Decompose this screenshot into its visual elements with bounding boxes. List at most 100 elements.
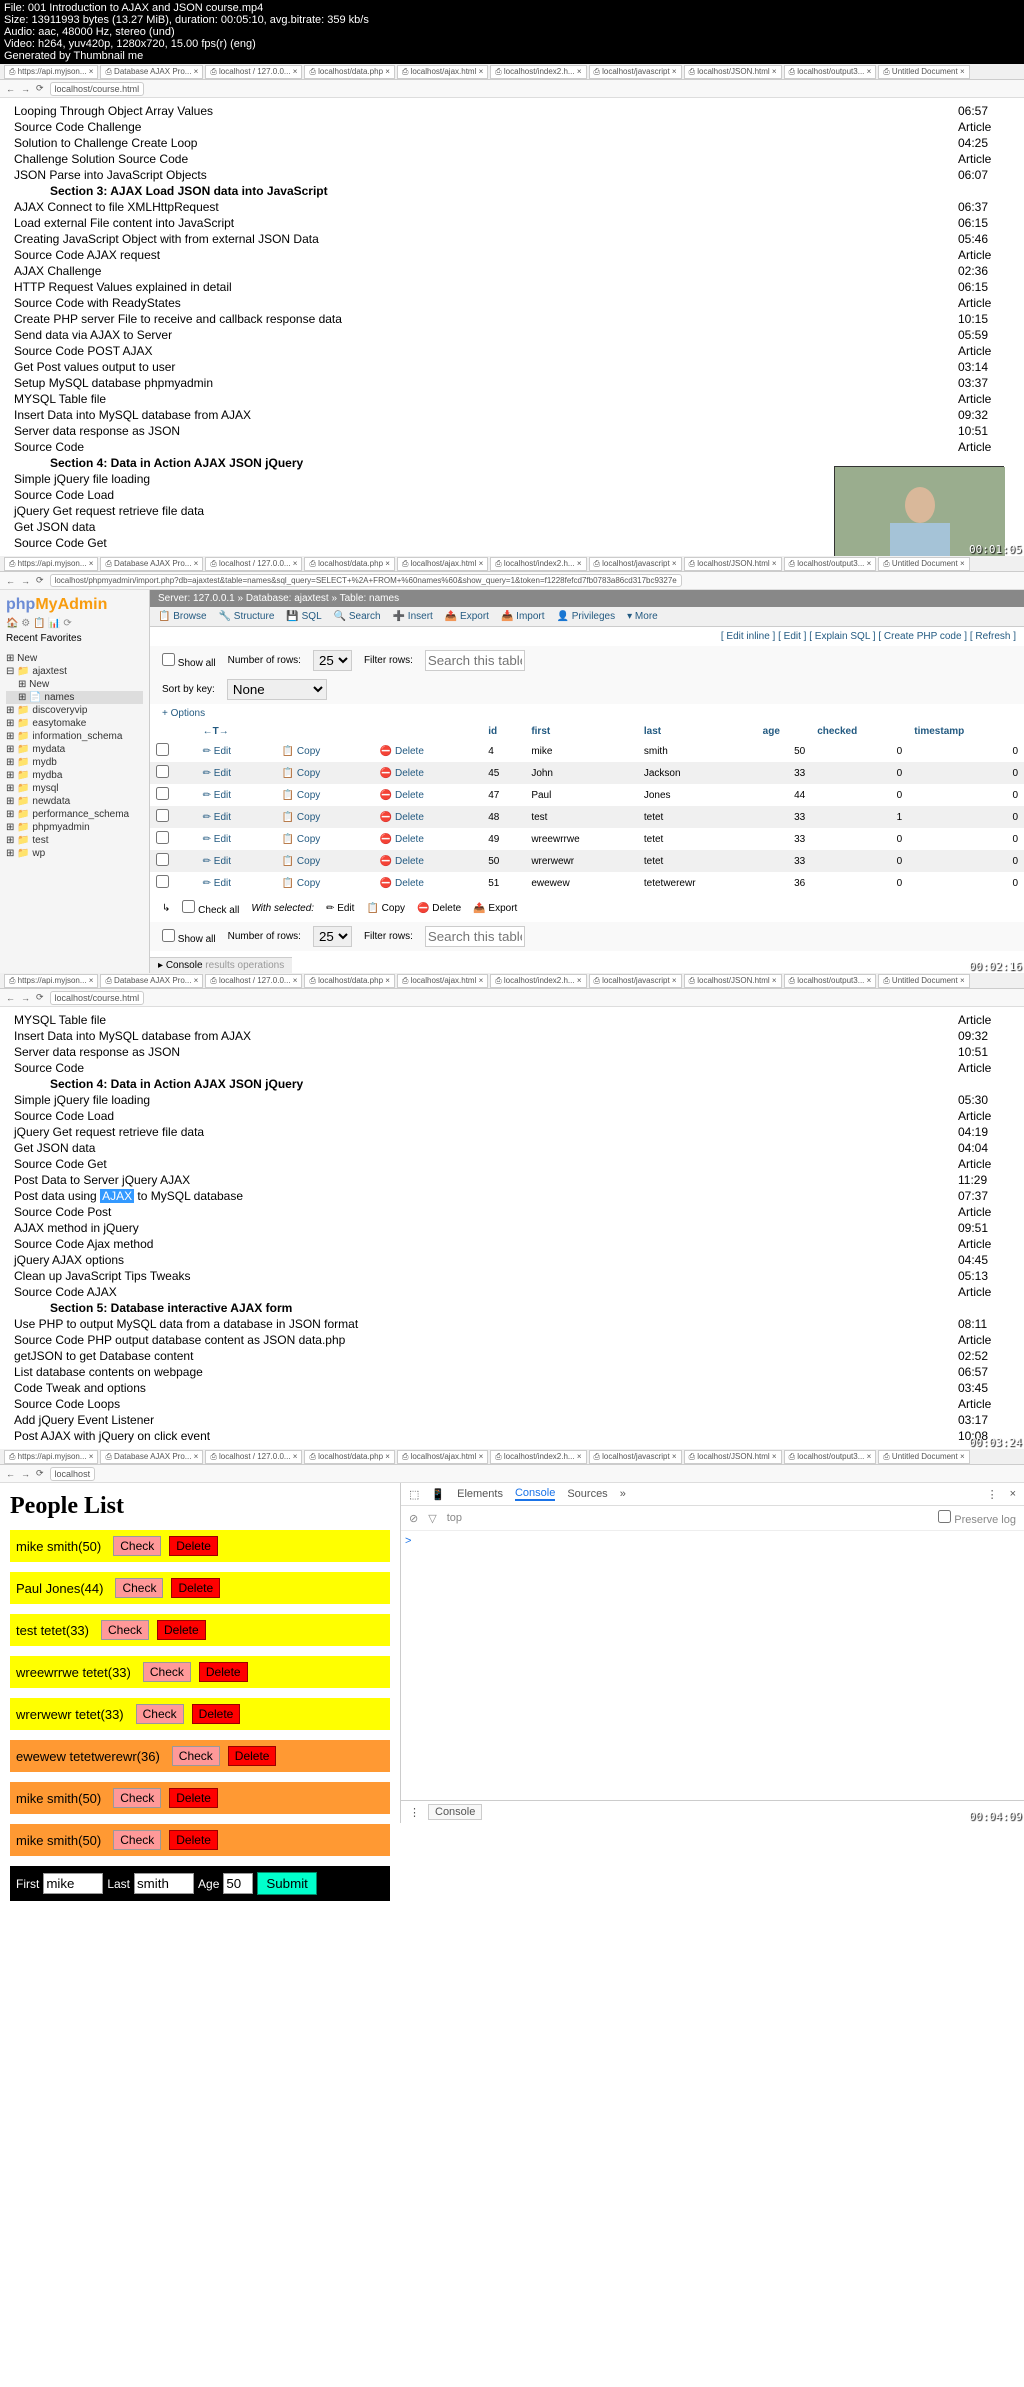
browser-tab[interactable]: ⎙ localhost/index2.h... × [490,557,586,571]
browser-tab[interactable]: ⎙ localhost/data.php × [304,557,394,571]
reload-icon[interactable]: ⟳ [36,1468,44,1479]
browser-tab[interactable]: ⎙ localhost/javascript × [589,974,682,988]
lesson-title[interactable]: Clean up JavaScript Tips Tweaks [10,1269,952,1283]
lesson-title[interactable]: Use PHP to output MySQL data from a data… [10,1317,952,1331]
row-edit[interactable]: ✏ Edit [203,812,231,823]
reload-icon[interactable]: ⟳ [36,83,44,94]
sel-delete[interactable]: Delete [432,903,461,914]
context-select[interactable]: top [447,1512,462,1524]
preserve-check[interactable] [938,1510,951,1523]
browser-tab[interactable]: ⎙ localhost/output3... × [784,1450,877,1464]
row-delete[interactable]: ⛔ Delete [380,768,424,779]
devtools-menu[interactable]: ⋮ [987,1488,998,1501]
row-copy[interactable]: 📋 Copy [282,768,321,779]
delete-button[interactable]: Delete [199,1662,248,1682]
lesson-title[interactable]: List database contents on webpage [10,1365,952,1379]
delete-button[interactable]: Delete [228,1746,277,1766]
browser-tab[interactable]: ⎙ Untitled Document × [878,65,969,79]
browser-tab[interactable]: ⎙ localhost/index2.h... × [490,65,586,79]
browser-tab[interactable]: ⎙ localhost/JSON.html × [684,65,782,79]
tree-node[interactable]: ⊞ 📁 mydba [6,769,143,782]
row-check[interactable] [156,809,169,822]
filter-icon[interactable]: ▽ [428,1512,436,1525]
lesson-title[interactable]: Insert Data into MySQL database from AJA… [10,1029,952,1043]
lesson-title[interactable]: jQuery Get request retrieve file data [10,504,952,518]
browser-tab[interactable]: ⎙ Database AJAX Pro... × [100,557,203,571]
delete-button[interactable]: Delete [169,1830,218,1850]
url-field[interactable]: localhost [50,1467,96,1481]
row-check[interactable] [156,853,169,866]
browser-tab[interactable]: ⎙ localhost/javascript × [589,65,682,79]
drawer-console[interactable]: Console [428,1804,482,1820]
lesson-title[interactable]: jQuery AJAX options [10,1253,952,1267]
check-button[interactable]: Check [115,1578,163,1598]
sel-export[interactable]: Export [488,903,517,914]
browser-tab[interactable]: ⎙ localhost/data.php × [304,974,394,988]
lesson-title[interactable]: Source Code Get [10,1157,952,1171]
lesson-title[interactable]: Simple jQuery file loading [10,1093,952,1107]
nav-back-icon[interactable]: ← [6,84,15,94]
row-copy[interactable]: 📋 Copy [282,856,321,867]
browser-tab[interactable]: ⎙ localhost/ajax.html × [397,65,488,79]
browser-tab[interactable]: ⎙ localhost/javascript × [589,557,682,571]
lesson-title[interactable]: Source Code POST AJAX [10,344,952,358]
lesson-title[interactable]: Server data response as JSON [10,424,952,438]
pma-tab[interactable]: 🔧 Structure [219,611,275,622]
browser-tab[interactable]: ⎙ localhost / 127.0.0... × [205,65,302,79]
nav-back-icon[interactable]: ← [6,1469,15,1479]
row-delete[interactable]: ⛔ Delete [380,746,424,757]
browser-tab[interactable]: ⎙ localhost/JSON.html × [684,1450,782,1464]
sel-copy[interactable]: Copy [382,903,405,914]
lesson-title[interactable]: Looping Through Object Array Values [10,104,952,118]
pma-tab[interactable]: ▾ More [627,611,658,622]
lesson-title[interactable]: Source Code Get [10,536,952,550]
row-delete[interactable]: ⛔ Delete [380,856,424,867]
lesson-title[interactable]: Server data response as JSON [10,1045,952,1059]
tab-console[interactable]: Console [515,1487,555,1501]
row-edit[interactable]: ✏ Edit [203,746,231,757]
browser-tab[interactable]: ⎙ https://api.myjson... × [4,557,98,571]
filter-input[interactable] [425,650,525,671]
tab-elements[interactable]: Elements [457,1488,503,1500]
checkall[interactable]: Check all [182,900,239,916]
lesson-title[interactable]: Source Code PHP output database content … [10,1333,952,1347]
reload-icon[interactable]: ⟳ [36,992,44,1003]
row-copy[interactable]: 📋 Copy [282,834,321,845]
row-edit[interactable]: ✏ Edit [203,790,231,801]
row-check[interactable] [156,765,169,778]
numrows-select[interactable]: 25 [313,650,352,671]
col-header[interactable]: first [525,723,638,740]
recent-tab[interactable]: Recent [6,633,38,644]
lesson-title[interactable]: Create PHP server File to receive and ca… [10,312,952,326]
url-field[interactable]: localhost/course.html [50,82,145,96]
sortkey-select[interactable]: None [227,679,327,700]
nav-fwd-icon[interactable]: → [21,993,30,1003]
browser-tab[interactable]: ⎙ https://api.myjson... × [4,974,98,988]
lesson-title[interactable]: Creating JavaScript Object with from ext… [10,232,952,246]
row-edit[interactable]: ✏ Edit [203,878,231,889]
row-check[interactable] [156,787,169,800]
lesson-title[interactable]: AJAX method in jQuery [10,1221,952,1235]
browser-tab[interactable]: ⎙ localhost/output3... × [784,974,877,988]
lesson-title[interactable]: Post Data to Server jQuery AJAX [10,1173,952,1187]
check-button[interactable]: Check [113,1830,161,1850]
lesson-title[interactable]: Simple jQuery file loading [10,472,952,486]
browser-tab[interactable]: ⎙ localhost/data.php × [304,1450,394,1464]
lesson-title[interactable]: Post AJAX with jQuery on click event [10,1429,952,1443]
submit-button[interactable]: Submit [257,1872,316,1895]
clear-icon[interactable]: ⊘ [409,1512,418,1525]
nav-back-icon[interactable]: ← [6,993,15,1003]
browser-tab[interactable]: ⎙ localhost/ajax.html × [397,557,488,571]
delete-button[interactable]: Delete [171,1578,220,1598]
tree-node[interactable]: ⊞ 📁 information_schema [6,730,143,743]
lesson-title[interactable]: AJAX Challenge [10,264,952,278]
lesson-title[interactable]: Load external File content into JavaScri… [10,216,952,230]
tree-node[interactable]: ⊞ 📄 names [6,691,143,704]
row-check[interactable] [156,831,169,844]
tree-node[interactable]: ⊞ 📁 performance_schema [6,808,143,821]
row-edit[interactable]: ✏ Edit [203,768,231,779]
tab-sources[interactable]: Sources [567,1488,607,1500]
url-field[interactable]: localhost/course.html [50,991,145,1005]
age-input[interactable] [223,1873,253,1894]
lesson-title[interactable]: Insert Data into MySQL database from AJA… [10,408,952,422]
